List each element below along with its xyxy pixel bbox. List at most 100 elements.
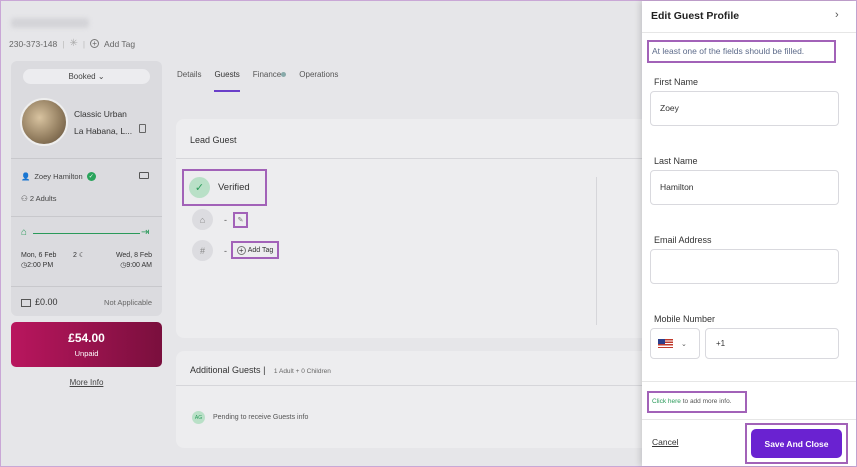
payment-card-icon [21, 298, 31, 307]
mobile-number-label: Mobile Number [654, 314, 716, 324]
separator: | [82, 38, 86, 49]
cancel-button[interactable]: Cancel [652, 437, 678, 447]
tab-operations[interactable]: Operations [299, 70, 338, 92]
add-tag-label: Add Tag [247, 246, 274, 254]
checkout-icon: ⇥ [141, 227, 150, 238]
first-name-label: First Name [654, 77, 699, 87]
checkout-time-row: ◷9:00 AM [116, 261, 152, 271]
hotel-name-line1: Classic Urban [74, 109, 127, 119]
company-value: - [224, 215, 227, 225]
last-name-label: Last Name [654, 156, 698, 166]
booking-id: 230-373-148 [9, 38, 58, 49]
nights-count: 2 [73, 252, 77, 259]
checkin-icon: ⌂ [21, 227, 28, 238]
divider [11, 286, 162, 287]
balance-label: Unpaid [74, 349, 99, 358]
hotel-name: Classic Urban La Habana, L... [74, 106, 132, 140]
status-dropdown[interactable]: Booked ⌄ [23, 69, 150, 84]
adults-line: ⚇ 2 Adults [21, 194, 57, 203]
additional-guests-label: Additional Guests [190, 365, 261, 375]
verified-check-icon: ✓ [86, 172, 96, 181]
add-more-info-text: to add more info. [680, 398, 732, 405]
email-label: Email Address [654, 235, 712, 245]
save-highlight: Save And Close [745, 423, 848, 464]
add-circle-icon: + [236, 245, 246, 255]
price-status: Not Applicable [104, 298, 152, 307]
price-line: £0.00 Not Applicable [21, 297, 152, 307]
guest-name: Zoey Hamilton [34, 172, 83, 181]
booking-topline: 230-373-148 | ✳ | + Add Tag [9, 38, 135, 49]
checkin-time: 2:00 PM [27, 262, 54, 269]
add-tag-link[interactable]: Add Tag [104, 39, 135, 49]
tag-value: - [224, 246, 227, 256]
additional-guests-title: Additional Guests | 1 Adult + 0 Children [190, 365, 331, 375]
mobile-number-field[interactable]: +1 [705, 328, 839, 359]
additional-guests-card: Additional Guests | 1 Adult + 0 Children… [176, 351, 642, 448]
moon-icon: ☾ [78, 252, 86, 259]
chevron-down-icon: ⌄ [97, 72, 105, 81]
email-field[interactable] [650, 249, 839, 284]
nights: 2 ☾ [73, 251, 85, 259]
us-flag-icon [658, 339, 673, 348]
first-name-field[interactable]: Zoey [650, 91, 839, 126]
add-circle-icon: + [90, 39, 100, 48]
stay-timeline: ⌂ ⇥ [21, 227, 152, 238]
verified-label: Verified [218, 182, 250, 193]
checkin-date: Mon, 6 Feb [21, 252, 57, 259]
info-dot-icon [281, 72, 287, 78]
booking-page-background: 230-373-148 | ✳ | + Add Tag Booked ⌄ Cla… [1, 1, 642, 466]
edit-pencil-icon[interactable]: ✎ [233, 212, 248, 228]
check-icon: ✓ [189, 177, 210, 198]
mail-icon[interactable] [139, 172, 149, 179]
hash-icon: # [192, 240, 213, 261]
user-icon: 👤 [21, 172, 31, 181]
tab-details[interactable]: Details [177, 70, 201, 92]
tab-guests[interactable]: Guests [214, 70, 240, 92]
add-more-info-hint: Click here to add more info. [647, 391, 747, 413]
tab-finance-label: Finance [252, 70, 282, 79]
snowflake-icon: ✳ [69, 38, 78, 49]
divider [11, 216, 162, 217]
booking-summary-card: Booked ⌄ Classic Urban La Habana, L... 👤… [11, 61, 162, 316]
save-and-close-button[interactable]: Save And Close [751, 429, 842, 458]
click-here-link[interactable]: Click here [652, 398, 681, 405]
last-name-field[interactable]: Hamilton [650, 170, 839, 205]
checkout-time: 9:00 AM [126, 262, 152, 269]
balance-amount: £54.00 [68, 331, 105, 345]
edit-guest-profile-panel: Edit Guest Profile › At least one of the… [642, 1, 856, 466]
people-icon: ⚇ [21, 194, 28, 203]
lead-guest-card: Lead Guest ✓ Verified ⌂ - ✎ # - + Add Ta… [176, 119, 642, 338]
add-tag-button[interactable]: + Add Tag [231, 241, 279, 259]
guest-line: 👤 Zoey Hamilton ✓ [21, 172, 96, 181]
tab-finance[interactable]: Finance [252, 70, 287, 92]
close-panel-icon[interactable]: › [835, 9, 839, 21]
checkin-time-row: ◷2:00 PM [21, 261, 56, 271]
guest-avatar: AG [192, 411, 205, 424]
divider [176, 158, 642, 159]
checkout: Wed, 8 Feb ◷9:00 AM [116, 251, 152, 271]
separator: | [263, 365, 266, 375]
vertical-divider [596, 177, 597, 325]
status-value: Booked [68, 72, 96, 81]
booking-tabs: Details Guests Finance Operations [177, 70, 338, 92]
price-value: £0.00 [35, 297, 58, 307]
panel-title: Edit Guest Profile [651, 10, 740, 22]
validation-message: At least one of the fields should be fil… [647, 40, 836, 63]
briefcase-icon: ⌂ [192, 209, 213, 230]
checkout-date: Wed, 8 Feb [115, 252, 152, 259]
additional-guests-summary: 1 Adult + 0 Children [273, 368, 331, 375]
pending-guests-text: Pending to receive Guests info [213, 414, 309, 421]
separator: | [62, 38, 65, 49]
checkin: Mon, 6 Feb ◷2:00 PM [21, 251, 56, 271]
verified-status: ✓ Verified [182, 169, 267, 206]
copy-icon[interactable] [139, 124, 146, 133]
lead-guest-title: Lead Guest [190, 135, 237, 145]
timeline-bar [33, 233, 140, 234]
chevron-down-icon: ⌄ [681, 340, 687, 348]
country-code-select[interactable]: ⌄ [650, 328, 700, 359]
more-info-link[interactable]: More Info [11, 378, 162, 387]
divider [642, 419, 856, 420]
adults-count: 2 Adults [29, 194, 57, 203]
blurred-booking-title [11, 18, 89, 28]
hotel-name-line2: La Habana, L... [74, 126, 133, 136]
